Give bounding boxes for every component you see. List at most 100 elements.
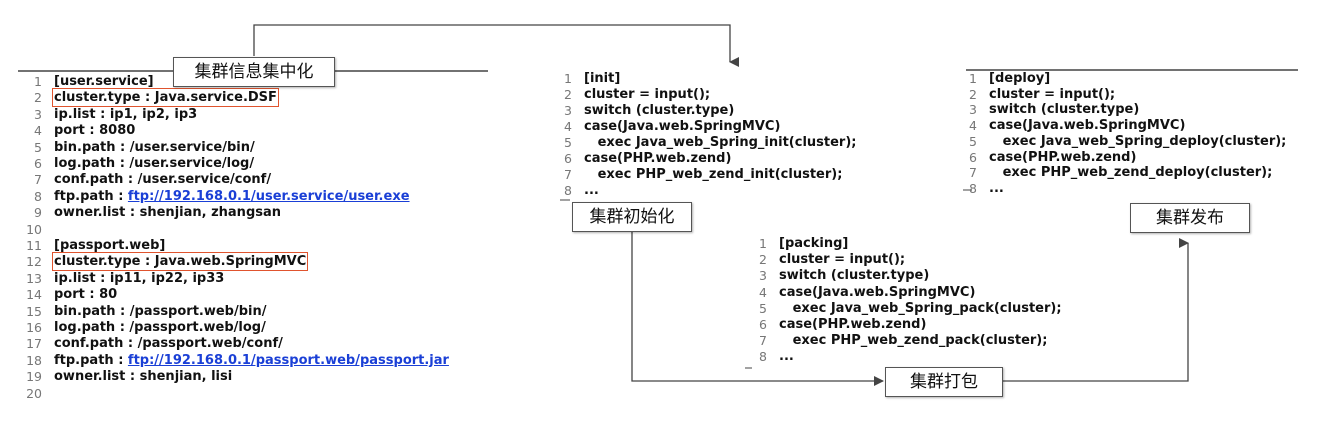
code-text-content: exec PHP_web_zend_deploy(cluster); — [989, 165, 1273, 181]
line-number: 4 — [969, 118, 977, 134]
line-number: 6 — [969, 149, 977, 165]
code-text: port : 80 — [54, 287, 117, 302]
line-number: 19 — [26, 369, 42, 385]
line-number: 5 — [969, 133, 977, 149]
code-text-content: cluster = input(); — [989, 86, 1116, 102]
line-number: 16 — [26, 320, 42, 335]
line-number: 7 — [34, 172, 42, 188]
line-number: 3 — [564, 103, 572, 118]
line-number: 8 — [969, 180, 977, 196]
code-text: switch (cluster.type) — [779, 268, 929, 283]
line-number: 3 — [969, 102, 977, 118]
highlighted-cluster-type: cluster.type : Java.service.DSF — [52, 88, 279, 108]
line-number: 12 — [26, 254, 42, 270]
code-text-content: bin.path : /user.service/bin/ — [54, 139, 255, 155]
code-text: [passport.web] — [54, 238, 165, 253]
line-number: 2 — [564, 87, 572, 102]
code-text-content: cluster.type : Java.web.SpringMVC — [54, 254, 307, 270]
code-text: case(PHP.web.zend) — [989, 150, 1136, 165]
code-text: ... — [779, 349, 794, 364]
code-text-content: log.path : /user.service/log/ — [54, 156, 255, 171]
code-text-content: [passport.web] — [54, 238, 166, 253]
code-text-content: ... — [584, 183, 599, 198]
code-text-content: exec Java_web_Spring_init(cluster); — [584, 135, 857, 150]
line-number: 4 — [564, 119, 572, 134]
code-text-content: bin.path : /passport.web/bin/ — [54, 303, 267, 319]
line-number: 11 — [26, 238, 42, 253]
label-cluster-pack: 集群打包 — [885, 367, 1003, 397]
label-cluster-deploy: 集群发布 — [1130, 203, 1250, 233]
code-text-content: ip.list : ip11, ip22, ip33 — [54, 270, 225, 286]
line-number: 8 — [34, 188, 42, 204]
line-number: 14 — [26, 287, 42, 303]
code-text: exec PHP_web_zend_deploy(cluster); — [989, 165, 1273, 181]
line-number: 20 — [26, 385, 42, 401]
line-number: 2 — [759, 252, 767, 268]
code-text-content: cluster = input(); — [779, 252, 906, 268]
code-text-content: ... — [989, 180, 1004, 196]
code-text-content: case(PHP.web.zend) — [989, 149, 1137, 165]
code-text: cluster = input(); — [989, 87, 1115, 102]
label-cluster-init: 集群初始化 — [572, 202, 692, 232]
code-text: [user.service] — [54, 74, 154, 89]
line-number: 3 — [759, 268, 767, 284]
code-text: bin.path : /passport.web/bin/ — [54, 304, 267, 319]
code-text: case(Java.web.SpringMVC) — [779, 285, 975, 300]
code-text-content: log.path : /passport.web/log/ — [54, 320, 266, 335]
code-text-content: case(Java.web.SpringMVC) — [989, 118, 1186, 134]
line-number: 7 — [564, 167, 572, 182]
line-number: 15 — [26, 303, 42, 319]
code-text-content: switch (cluster.type) — [779, 268, 930, 284]
code-text-content: case(PHP.web.zend) — [779, 317, 927, 332]
code-text: log.path : /user.service/log/ — [54, 156, 254, 171]
label-cluster-centralize: 集群信息集中化 — [173, 57, 335, 87]
code-text: case(PHP.web.zend) — [779, 317, 926, 332]
code-text-content: [packing] — [779, 236, 849, 251]
line-number: 2 — [34, 90, 42, 106]
code-text: conf.path : /user.service/conf/ — [54, 172, 271, 187]
line-number: 5 — [34, 139, 42, 155]
code-text-content: exec Java_web_Spring_pack(cluster); — [779, 300, 1062, 316]
code-text-content: switch (cluster.type) — [989, 102, 1140, 118]
code-text: bin.path : /user.service/bin/ — [54, 140, 255, 155]
code-text: exec PHP_web_zend_pack(cluster); — [779, 333, 1048, 348]
line-number: 2 — [969, 86, 977, 102]
code-text: [deploy] — [989, 71, 1050, 86]
code-text: log.path : /passport.web/log/ — [54, 320, 266, 335]
code-text: ... — [584, 183, 599, 198]
code-text-content: case(Java.web.SpringMVC) — [584, 119, 781, 134]
code-text-content: cluster.type : Java.service.DSF — [54, 90, 277, 106]
line-number: 4 — [34, 123, 42, 139]
line-number: 5 — [759, 300, 767, 316]
code-text-content: exec Java_web_Spring_deploy(cluster); — [989, 133, 1287, 149]
line-number: 18 — [26, 352, 42, 368]
code-text: exec PHP_web_zend_init(cluster); — [584, 167, 843, 182]
line-number: 1 — [969, 71, 977, 86]
code-text: ... — [989, 181, 1004, 196]
ftp-link[interactable]: ftp://192.168.0.1/passport.web/passport.… — [128, 353, 449, 368]
code-text: ftp.path : ftp://192.168.0.1/passport.we… — [54, 353, 449, 368]
code-text: exec Java_web_Spring_pack(cluster); — [779, 301, 1062, 316]
code-text: case(Java.web.SpringMVC) — [989, 118, 1185, 133]
code-text: exec Java_web_Spring_init(cluster); — [584, 135, 857, 150]
code-text-content: cluster = input(); — [584, 87, 711, 102]
code-text-content: [deploy] — [989, 71, 1051, 86]
line-number: 1 — [759, 236, 767, 251]
code-text-content: exec PHP_web_zend_init(cluster); — [584, 167, 843, 182]
line-number: 1 — [564, 71, 572, 86]
code-text: switch (cluster.type) — [989, 102, 1139, 117]
line-number: 1 — [34, 74, 42, 89]
line-number: 3 — [34, 106, 42, 122]
code-text-content: ftp.path : — [54, 352, 128, 368]
ftp-link[interactable]: ftp://192.168.0.1/user.service/user.exe — [128, 189, 410, 204]
code-text: case(PHP.web.zend) — [584, 151, 731, 166]
code-text-content: switch (cluster.type) — [584, 103, 735, 118]
code-text-content: case(Java.web.SpringMVC) — [779, 284, 976, 300]
code-text: owner.list : shenjian, lisi — [54, 369, 232, 384]
code-text: exec Java_web_Spring_deploy(cluster); — [989, 133, 1287, 149]
line-number: 17 — [26, 336, 42, 352]
code-text: [init] — [584, 71, 620, 86]
code-text-content: owner.list : shenjian, zhangsan — [54, 205, 282, 221]
line-number: 5 — [564, 135, 572, 150]
line-number: 7 — [759, 333, 767, 349]
